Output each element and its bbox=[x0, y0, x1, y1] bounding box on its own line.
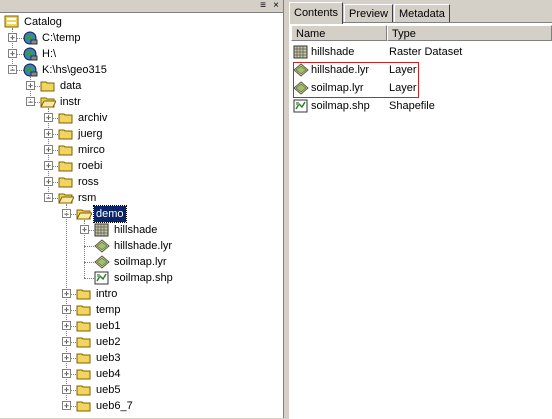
close-icon[interactable]: × bbox=[271, 0, 281, 11]
tree-node-label: hillshade.lyr bbox=[114, 240, 173, 252]
tree-node-label: demo bbox=[93, 205, 127, 223]
tree-node-label: ueb1 bbox=[96, 320, 121, 332]
folder-icon bbox=[76, 319, 92, 333]
tree-guide-line bbox=[84, 220, 85, 278]
tab-preview[interactable]: Preview bbox=[344, 4, 394, 23]
folder-icon bbox=[58, 111, 74, 125]
list-item-type: Raster Dataset bbox=[389, 46, 463, 58]
folder-connection-icon bbox=[22, 63, 38, 77]
layer-file-icon bbox=[94, 239, 110, 253]
tree-node-label: temp bbox=[96, 304, 121, 316]
shapefile-icon bbox=[293, 99, 309, 113]
folder-connection-icon bbox=[22, 47, 38, 61]
tree-guide-line bbox=[66, 204, 67, 406]
tab-metadata[interactable]: Metadata bbox=[394, 4, 450, 23]
tree-node-label: Catalog bbox=[24, 16, 62, 28]
tree-node-label: intro bbox=[96, 288, 118, 300]
tree-node-label: ueb4 bbox=[96, 368, 121, 380]
folder-open-icon bbox=[76, 207, 93, 221]
raster-dataset-icon bbox=[293, 45, 309, 59]
tree-node-label: juerg bbox=[78, 128, 103, 140]
catalog-icon bbox=[4, 15, 20, 29]
tree-node-label: hillshade bbox=[114, 224, 158, 236]
folder-icon bbox=[76, 399, 92, 413]
tree-node-label: H:\ bbox=[42, 48, 57, 60]
tree-node-label: ueb5 bbox=[96, 384, 121, 396]
folder-icon bbox=[76, 303, 92, 317]
tree-node-label: rsm bbox=[78, 192, 97, 204]
shapefile-icon bbox=[94, 271, 110, 285]
list-item[interactable]: soilmap.shp Shapefile bbox=[293, 98, 548, 114]
folder-open-icon bbox=[58, 191, 75, 205]
folder-icon bbox=[76, 383, 92, 397]
contents-panel: Contents Preview Metadata Name Type hill… bbox=[287, 0, 552, 419]
folder-connection-icon bbox=[22, 31, 38, 45]
list-item-type: Shapefile bbox=[389, 100, 435, 112]
folder-icon bbox=[76, 367, 92, 381]
annotation-highlight-box bbox=[293, 62, 419, 98]
folder-icon bbox=[58, 127, 74, 141]
tree-node-label: archiv bbox=[78, 112, 108, 124]
tree-node-label: ueb3 bbox=[96, 352, 121, 364]
folder-icon bbox=[76, 351, 92, 365]
panel-titlebar: ≡ × bbox=[0, 0, 283, 13]
list-item-name: hillshade bbox=[311, 46, 355, 58]
tree-node-label: roebi bbox=[78, 160, 103, 172]
tree-node-label: soilmap.shp bbox=[114, 272, 173, 284]
tree-node-label: soilmap.lyr bbox=[114, 256, 167, 268]
tree-node-label: data bbox=[60, 80, 82, 92]
tree-node-label: C:\temp bbox=[42, 32, 81, 44]
list-item[interactable]: hillshade Raster Dataset bbox=[293, 44, 548, 60]
folder-icon bbox=[58, 175, 74, 189]
tree-node-label: ueb6_7 bbox=[96, 400, 133, 412]
tree-node-label: instr bbox=[60, 96, 81, 108]
folder-icon bbox=[58, 159, 74, 173]
folder-icon bbox=[40, 79, 56, 93]
folder-icon bbox=[76, 335, 92, 349]
layer-file-icon bbox=[94, 255, 110, 269]
catalog-tree-panel: ≡ × Catalog + C:\temp + H:\ − K:\hs\geo315 + dat… bbox=[0, 0, 284, 418]
folder-icon bbox=[58, 143, 74, 157]
column-header-name[interactable]: Name bbox=[291, 25, 387, 41]
tree-node-label: mirco bbox=[78, 144, 105, 156]
pin-icon[interactable]: ≡ bbox=[258, 0, 268, 11]
folder-open-icon bbox=[40, 95, 57, 109]
contents-list: Name Type hillshade Raster Dataset hillsha… bbox=[289, 22, 552, 419]
tab-contents[interactable]: Contents bbox=[289, 2, 344, 24]
tree-node-label: ueb2 bbox=[96, 336, 121, 348]
folder-icon bbox=[76, 287, 92, 301]
tree-guide-line bbox=[48, 108, 49, 198]
tree-guide-line bbox=[12, 28, 13, 70]
raster-dataset-icon bbox=[94, 223, 110, 237]
tree-node-label: ross bbox=[78, 176, 99, 188]
tree-guide-line bbox=[30, 76, 31, 102]
column-header-type[interactable]: Type bbox=[387, 25, 552, 41]
tree-node-label: K:\hs\geo315 bbox=[42, 64, 107, 76]
list-item-name: soilmap.shp bbox=[311, 100, 370, 112]
